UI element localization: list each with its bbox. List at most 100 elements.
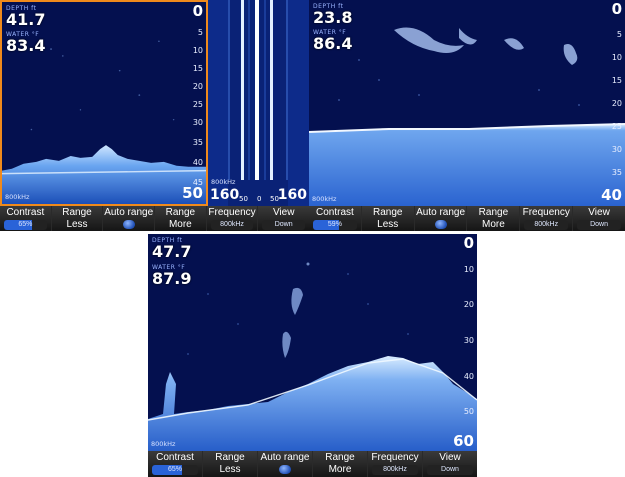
range-more-top: Range <box>478 207 509 218</box>
frequency-button[interactable]: Frequency 800kHz <box>520 206 574 231</box>
scale-tick: 30 <box>611 145 622 154</box>
scale-tick: 10 <box>463 265 474 274</box>
view-label: View <box>588 207 610 218</box>
depth-readout: DEPTH ft 23.8 <box>313 4 352 26</box>
contrast-value: 65% <box>167 466 182 473</box>
scale-tick: 15 <box>192 64 203 73</box>
contrast-label: Contrast <box>6 207 45 218</box>
toggle-knob-icon <box>279 465 291 474</box>
frequency-button[interactable]: Frequency 800kHz <box>206 206 259 231</box>
right-range: 160 <box>277 187 307 203</box>
range-less-top: Range <box>62 207 92 218</box>
auto-range-button[interactable]: Auto range <box>258 451 313 477</box>
auto-range-label: Auto range <box>104 207 154 218</box>
range-less-bottom: Less <box>66 219 88 230</box>
sonar-panel-bottom[interactable]: DEPTH ft 47.7 WATER °F 87.9 0 10 20 30 4… <box>148 234 477 451</box>
temp-readout: WATER °F 87.9 <box>152 265 191 287</box>
range-more-bottom: More <box>482 219 505 230</box>
depth-scale: 0 5 10 15 20 25 30 35 40 45 50 <box>177 2 203 204</box>
frequency-value: 800kHz <box>372 465 418 475</box>
auto-range-label: Auto range <box>416 207 466 218</box>
contrast-button[interactable]: Contrast 65% <box>148 451 203 477</box>
contrast-button[interactable]: Contrast 59% <box>309 206 362 231</box>
scale-tick: 5 <box>616 30 622 39</box>
range-less-button[interactable]: Range Less <box>203 451 258 477</box>
scale-top: 0 <box>192 2 203 20</box>
depth-value: 23.8 <box>313 8 353 27</box>
range-more-top: Range <box>165 207 196 218</box>
softkey-bar-bottom: Contrast 65% Range Less Auto range Range… <box>148 451 477 477</box>
down-scan-image <box>309 27 625 206</box>
range-less-top: Range <box>215 452 245 463</box>
frequency-label: Frequency <box>522 207 570 218</box>
depth-value: 47.7 <box>152 242 192 261</box>
contrast-level: 65% <box>152 465 198 475</box>
frequency-tag: 800kHz <box>5 193 30 201</box>
frequency-button[interactable]: Frequency 800kHz <box>368 451 423 477</box>
range-more-bottom: More <box>168 219 192 230</box>
depth-readout: DEPTH ft 41.7 <box>6 6 45 28</box>
scale-tick: 20 <box>463 300 474 309</box>
view-button[interactable]: View Down <box>573 206 625 231</box>
temp-value: 87.9 <box>152 269 192 288</box>
range-more-bottom: More <box>328 464 352 475</box>
contrast-value: 59% <box>327 221 342 228</box>
scale-tick: 35 <box>611 168 622 177</box>
frequency-value: 800kHz <box>210 220 254 230</box>
scale-tick: 10 <box>192 46 203 55</box>
scale-tick: 20 <box>611 99 622 108</box>
softkey-bar-top-left: Contrast 65% Range Less Auto range Range… <box>0 206 310 231</box>
scale-bottom: 40 <box>601 186 622 204</box>
softkey-bar-top-right: Contrast 59% Range Less Auto range Range… <box>309 206 625 231</box>
center-zero: 0 <box>257 195 262 203</box>
auto-range-label: Auto range <box>260 452 310 463</box>
scale-top: 0 <box>463 234 474 252</box>
temp-readout: WATER °F 83.4 <box>6 32 45 54</box>
range-more-button[interactable]: Range More <box>155 206 207 231</box>
frequency-tag: 800kHz <box>312 195 337 203</box>
scale-bottom: 60 <box>453 432 474 450</box>
view-value: Down <box>427 465 473 475</box>
scale-tick: 20 <box>192 82 203 91</box>
range-less-button[interactable]: Range Less <box>51 206 104 231</box>
auto-range-button[interactable]: Auto range <box>414 206 468 231</box>
auto-range-button[interactable]: Auto range <box>103 206 156 231</box>
depth-readout: DEPTH ft 47.7 <box>152 238 191 260</box>
range-less-button[interactable]: Range Less <box>361 206 415 231</box>
scale-tick: 15 <box>611 76 622 85</box>
scale-tick: 35 <box>192 138 203 147</box>
scale-tick: 25 <box>611 122 622 131</box>
view-label: View <box>272 207 295 218</box>
view-button[interactable]: View Down <box>423 451 477 477</box>
sonar-panel-top-left[interactable]: DEPTH ft 41.7 WATER °F 83.4 0 5 10 15 20… <box>0 0 208 206</box>
left-mid-range: 50 <box>239 195 248 203</box>
frequency-label: Frequency <box>208 207 256 218</box>
contrast-label: Contrast <box>156 452 194 463</box>
view-button[interactable]: View Down <box>258 206 310 231</box>
down-scan-image <box>148 262 477 451</box>
scale-tick: 40 <box>192 158 203 167</box>
depth-scale: 0 5 10 15 20 25 30 35 40 <box>596 0 622 206</box>
side-scan-image <box>208 0 309 206</box>
range-less-bottom: Less <box>219 464 241 475</box>
scale-bottom: 50 <box>182 184 203 202</box>
temp-value: 83.4 <box>6 36 46 55</box>
scale-tick: 30 <box>463 336 474 345</box>
contrast-button[interactable]: Contrast 65% <box>0 206 52 231</box>
range-more-button[interactable]: Range More <box>313 451 368 477</box>
range-more-button[interactable]: Range More <box>467 206 521 231</box>
scale-tick: 10 <box>611 53 622 62</box>
view-label: View <box>439 452 461 463</box>
scale-tick: 25 <box>192 100 203 109</box>
temp-value: 86.4 <box>313 34 353 53</box>
sonar-panel-top-right[interactable]: DEPTH ft 23.8 WATER °F 86.4 0 5 10 15 20… <box>309 0 625 206</box>
temp-readout: WATER °F 86.4 <box>313 30 352 52</box>
depth-value: 41.7 <box>6 10 46 29</box>
range-more-top: Range <box>325 452 355 463</box>
scale-tick: 40 <box>463 372 474 381</box>
scale-tick: 5 <box>197 28 203 37</box>
depth-scale: 0 10 20 30 40 50 60 <box>448 234 474 451</box>
contrast-level: 59% <box>313 220 357 230</box>
sonar-panel-side-scan[interactable]: 800kHz 160 50 0 50 160 <box>208 0 309 206</box>
frequency-value: 800kHz <box>524 220 569 230</box>
